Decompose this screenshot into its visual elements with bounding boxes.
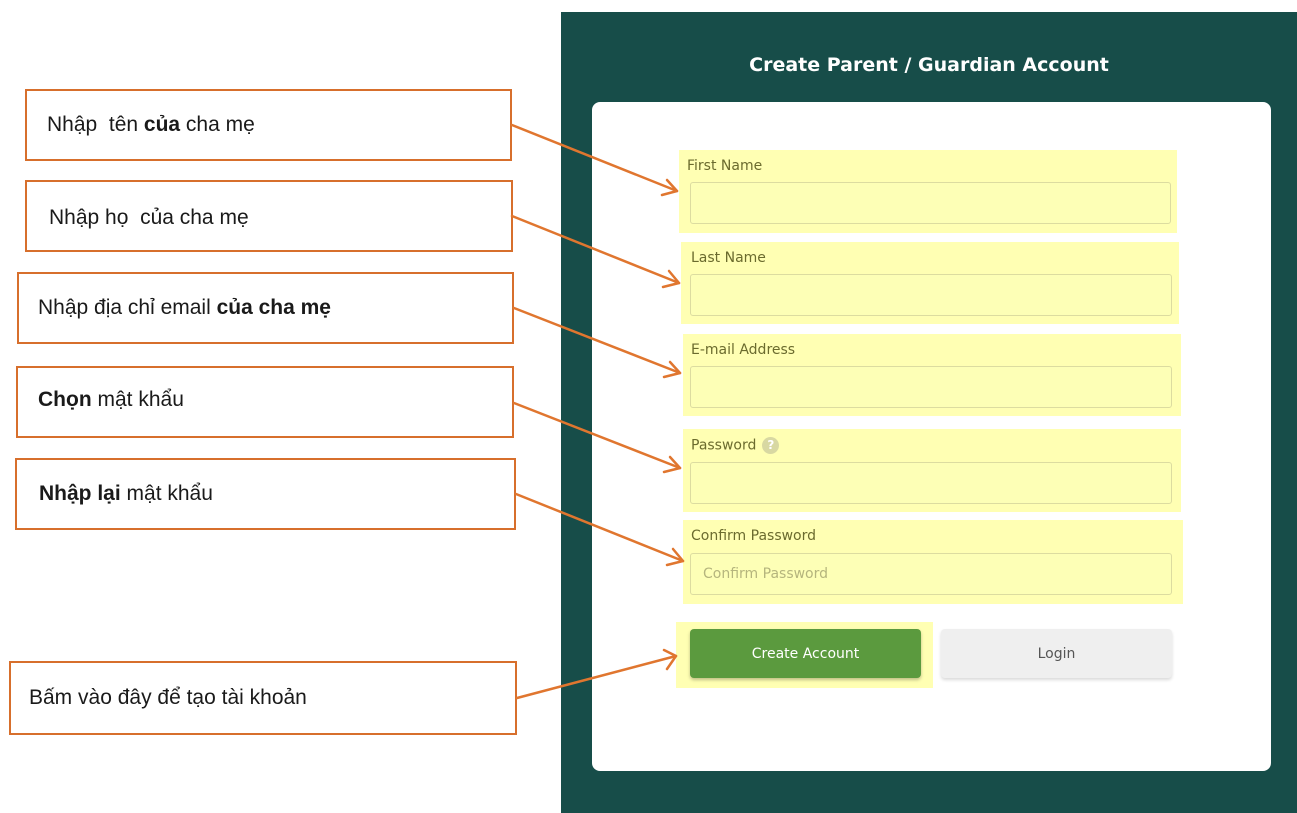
arrow-create-account [515, 654, 678, 700]
arrow-first-name [510, 123, 679, 193]
callout-arrows [510, 123, 685, 700]
arrow-confirm-password [514, 492, 685, 563]
arrow-password [512, 401, 682, 470]
arrow-email [512, 306, 682, 375]
arrow-last-name [510, 214, 681, 285]
